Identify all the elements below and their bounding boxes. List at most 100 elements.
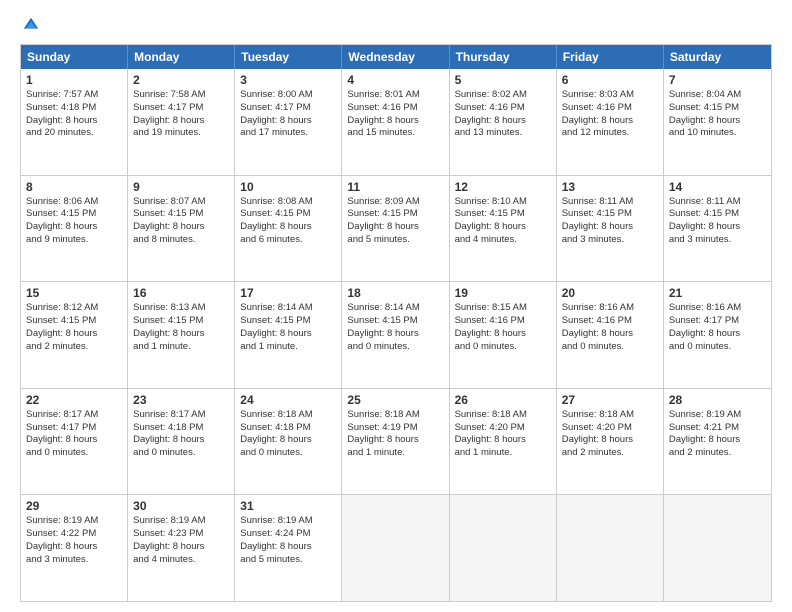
calendar-cell-empty xyxy=(557,495,664,601)
cell-line: Daylight: 8 hours xyxy=(562,221,658,234)
cell-line: Sunrise: 8:04 AM xyxy=(669,89,766,102)
calendar-header: SundayMondayTuesdayWednesdayThursdayFrid… xyxy=(21,45,771,69)
cell-line: Daylight: 8 hours xyxy=(133,434,229,447)
cell-line: Sunset: 4:20 PM xyxy=(455,422,551,435)
cell-line: Sunrise: 8:19 AM xyxy=(240,515,336,528)
calendar-cell: 17Sunrise: 8:14 AMSunset: 4:15 PMDayligh… xyxy=(235,282,342,388)
cell-line: Sunset: 4:18 PM xyxy=(240,422,336,435)
cell-line: and 1 minute. xyxy=(455,447,551,460)
cell-line: Sunrise: 7:58 AM xyxy=(133,89,229,102)
cell-line: and 15 minutes. xyxy=(347,127,443,140)
calendar-cell: 14Sunrise: 8:11 AMSunset: 4:15 PMDayligh… xyxy=(664,176,771,282)
cell-line: Sunset: 4:17 PM xyxy=(669,315,766,328)
cell-line: Sunset: 4:18 PM xyxy=(133,422,229,435)
calendar-cell: 9Sunrise: 8:07 AMSunset: 4:15 PMDaylight… xyxy=(128,176,235,282)
cell-line: Sunrise: 8:16 AM xyxy=(669,302,766,315)
logo xyxy=(20,16,40,34)
cell-line: and 13 minutes. xyxy=(455,127,551,140)
cell-line: Sunset: 4:15 PM xyxy=(347,208,443,221)
cell-line: Sunset: 4:16 PM xyxy=(455,102,551,115)
cell-line: Sunset: 4:17 PM xyxy=(133,102,229,115)
cell-line: Daylight: 8 hours xyxy=(240,541,336,554)
cell-line: Sunrise: 8:12 AM xyxy=(26,302,122,315)
cell-line: Sunrise: 8:11 AM xyxy=(562,196,658,209)
day-number: 12 xyxy=(455,180,551,194)
cell-line: Sunset: 4:19 PM xyxy=(347,422,443,435)
cell-line: Sunset: 4:16 PM xyxy=(562,315,658,328)
day-number: 16 xyxy=(133,286,229,300)
cell-line: Daylight: 8 hours xyxy=(669,434,766,447)
cell-line: and 17 minutes. xyxy=(240,127,336,140)
cell-line: Daylight: 8 hours xyxy=(455,115,551,128)
calendar-cell: 10Sunrise: 8:08 AMSunset: 4:15 PMDayligh… xyxy=(235,176,342,282)
cell-line: Sunset: 4:20 PM xyxy=(562,422,658,435)
calendar-cell: 11Sunrise: 8:09 AMSunset: 4:15 PMDayligh… xyxy=(342,176,449,282)
day-number: 13 xyxy=(562,180,658,194)
day-number: 27 xyxy=(562,393,658,407)
cell-line: Sunrise: 8:00 AM xyxy=(240,89,336,102)
cell-line: Daylight: 8 hours xyxy=(26,221,122,234)
day-number: 3 xyxy=(240,73,336,87)
cell-line: and 2 minutes. xyxy=(669,447,766,460)
cell-line: Sunrise: 8:08 AM xyxy=(240,196,336,209)
cell-line: Sunrise: 8:16 AM xyxy=(562,302,658,315)
cell-line: and 6 minutes. xyxy=(240,234,336,247)
cell-line: Daylight: 8 hours xyxy=(240,328,336,341)
calendar-cell: 20Sunrise: 8:16 AMSunset: 4:16 PMDayligh… xyxy=(557,282,664,388)
cell-line: Sunset: 4:15 PM xyxy=(669,102,766,115)
day-number: 8 xyxy=(26,180,122,194)
weekday-header: Tuesday xyxy=(235,45,342,69)
cell-line: and 8 minutes. xyxy=(133,234,229,247)
cell-line: Daylight: 8 hours xyxy=(133,328,229,341)
cell-line: Daylight: 8 hours xyxy=(347,115,443,128)
cell-line: Daylight: 8 hours xyxy=(240,434,336,447)
cell-line: Daylight: 8 hours xyxy=(669,115,766,128)
calendar-cell: 5Sunrise: 8:02 AMSunset: 4:16 PMDaylight… xyxy=(450,69,557,175)
cell-line: Daylight: 8 hours xyxy=(240,221,336,234)
cell-line: Sunrise: 8:18 AM xyxy=(455,409,551,422)
cell-line: Daylight: 8 hours xyxy=(669,328,766,341)
calendar-cell: 12Sunrise: 8:10 AMSunset: 4:15 PMDayligh… xyxy=(450,176,557,282)
day-number: 24 xyxy=(240,393,336,407)
calendar-cell: 26Sunrise: 8:18 AMSunset: 4:20 PMDayligh… xyxy=(450,389,557,495)
calendar-cell: 16Sunrise: 8:13 AMSunset: 4:15 PMDayligh… xyxy=(128,282,235,388)
day-number: 7 xyxy=(669,73,766,87)
day-number: 18 xyxy=(347,286,443,300)
cell-line: and 0 minutes. xyxy=(455,341,551,354)
cell-line: Sunrise: 8:09 AM xyxy=(347,196,443,209)
cell-line: and 1 minute. xyxy=(347,447,443,460)
cell-line: Sunrise: 8:10 AM xyxy=(455,196,551,209)
cell-line: and 19 minutes. xyxy=(133,127,229,140)
cell-line: Sunrise: 8:18 AM xyxy=(562,409,658,422)
cell-line: and 5 minutes. xyxy=(347,234,443,247)
cell-line: Sunrise: 8:07 AM xyxy=(133,196,229,209)
cell-line: and 1 minute. xyxy=(240,341,336,354)
day-number: 2 xyxy=(133,73,229,87)
cell-line: Sunset: 4:17 PM xyxy=(240,102,336,115)
cell-line: Daylight: 8 hours xyxy=(26,115,122,128)
day-number: 21 xyxy=(669,286,766,300)
cell-line: Sunrise: 8:17 AM xyxy=(133,409,229,422)
calendar-cell: 22Sunrise: 8:17 AMSunset: 4:17 PMDayligh… xyxy=(21,389,128,495)
calendar-cell: 19Sunrise: 8:15 AMSunset: 4:16 PMDayligh… xyxy=(450,282,557,388)
cell-line: Sunrise: 8:06 AM xyxy=(26,196,122,209)
day-number: 1 xyxy=(26,73,122,87)
cell-line: Daylight: 8 hours xyxy=(455,221,551,234)
cell-line: Sunset: 4:15 PM xyxy=(133,315,229,328)
weekday-header: Sunday xyxy=(21,45,128,69)
calendar-cell: 24Sunrise: 8:18 AMSunset: 4:18 PMDayligh… xyxy=(235,389,342,495)
cell-line: Daylight: 8 hours xyxy=(133,221,229,234)
calendar-row: 15Sunrise: 8:12 AMSunset: 4:15 PMDayligh… xyxy=(21,281,771,388)
cell-line: and 0 minutes. xyxy=(133,447,229,460)
day-number: 25 xyxy=(347,393,443,407)
cell-line: Daylight: 8 hours xyxy=(133,115,229,128)
day-number: 10 xyxy=(240,180,336,194)
calendar-cell: 31Sunrise: 8:19 AMSunset: 4:24 PMDayligh… xyxy=(235,495,342,601)
cell-line: and 1 minute. xyxy=(133,341,229,354)
cell-line: Sunrise: 8:01 AM xyxy=(347,89,443,102)
cell-line: Sunset: 4:15 PM xyxy=(26,208,122,221)
cell-line: and 4 minutes. xyxy=(133,554,229,567)
calendar-cell: 2 Sunrise: 7:58 AMSunset: 4:17 PMDaylight… xyxy=(128,69,235,175)
cell-line: Sunset: 4:15 PM xyxy=(562,208,658,221)
calendar-row: 22Sunrise: 8:17 AMSunset: 4:17 PMDayligh… xyxy=(21,388,771,495)
